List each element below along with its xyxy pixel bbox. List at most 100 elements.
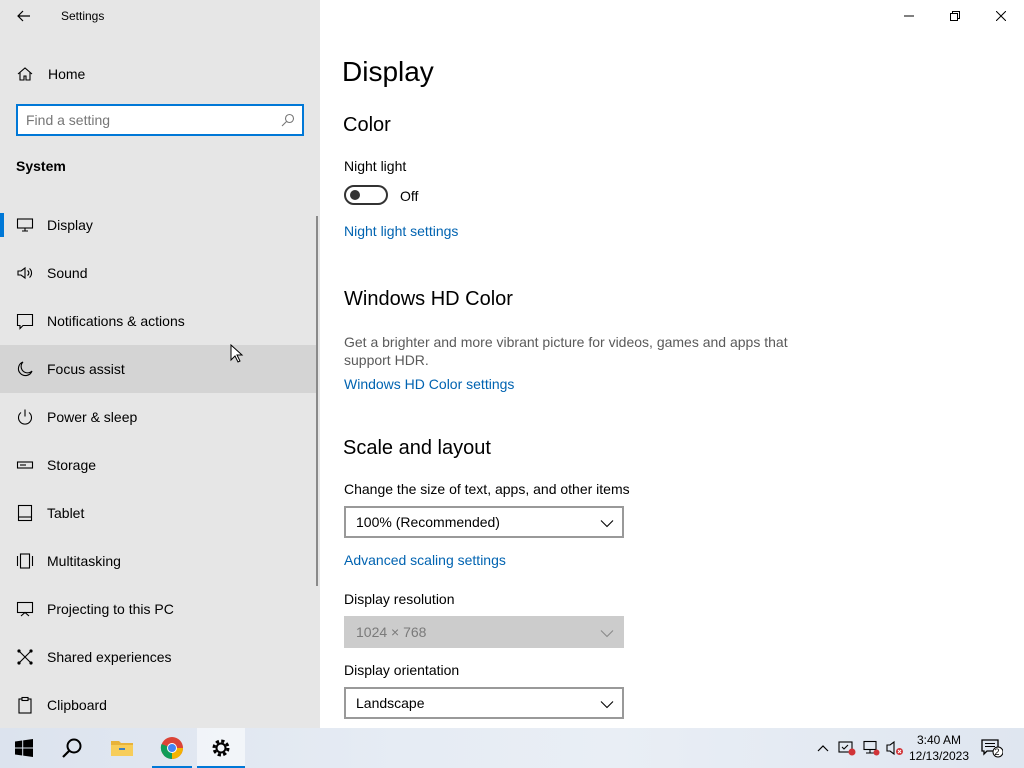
sidebar-item-focus-assist[interactable]: Focus assist xyxy=(0,345,316,393)
sidebar-item-power-sleep[interactable]: Power & sleep xyxy=(0,393,316,441)
hd-color-settings-link[interactable]: Windows HD Color settings xyxy=(344,376,514,392)
notification-count: 2 xyxy=(994,747,1000,757)
clock-date: 12/13/2023 xyxy=(908,749,970,763)
sidebar-item-label: Projecting to this PC xyxy=(47,601,174,617)
folder-icon xyxy=(111,741,133,756)
scale-dropdown[interactable]: 100% (Recommended) xyxy=(344,506,624,538)
advanced-scaling-link[interactable]: Advanced scaling settings xyxy=(344,552,506,568)
sidebar-item-label: Storage xyxy=(47,457,97,473)
minimize-icon xyxy=(904,15,914,17)
orientation-dropdown[interactable]: Landscape xyxy=(344,687,624,719)
sidebar-item-tablet[interactable]: Tablet xyxy=(0,489,316,537)
window-controls xyxy=(886,0,1024,32)
main-content: Display Color Night light Off Night ligh… xyxy=(320,0,1024,728)
sidebar-item-storage[interactable]: Storage xyxy=(0,441,316,489)
clipboard-icon xyxy=(18,696,32,714)
volume-muted-icon xyxy=(886,740,903,756)
chrome-button[interactable] xyxy=(148,728,196,768)
close-button[interactable] xyxy=(978,0,1024,32)
app-title: Settings xyxy=(61,9,105,23)
sidebar-item-clipboard[interactable]: Clipboard xyxy=(0,681,316,729)
resolution-dropdown: 1024 × 768 xyxy=(344,616,624,648)
power-icon xyxy=(17,409,33,425)
windows-logo-icon xyxy=(15,739,33,757)
search-box[interactable] xyxy=(16,104,304,136)
security-alert-icon xyxy=(838,741,856,756)
minimize-button[interactable] xyxy=(886,0,932,32)
resolution-value: 1024 × 768 xyxy=(356,624,427,640)
show-hidden-icons-button[interactable] xyxy=(814,728,832,768)
multitasking-icon xyxy=(16,553,34,569)
sidebar-item-label: Tablet xyxy=(47,505,85,521)
taskbar: 3:40 AM 12/13/2023 2 xyxy=(0,728,1024,768)
sidebar-item-label: Shared experiences xyxy=(47,649,172,665)
sidebar-item-sound[interactable]: Sound xyxy=(0,249,316,297)
search-icon[interactable] xyxy=(281,113,295,127)
close-icon xyxy=(996,11,1006,21)
hd-color-description: Get a brighter and more vibrant picture … xyxy=(344,334,788,368)
volume-tray-button[interactable] xyxy=(884,728,906,768)
night-light-label: Night light xyxy=(344,158,407,174)
orientation-label: Display orientation xyxy=(344,662,460,678)
chevron-down-icon xyxy=(600,701,614,709)
shared-icon xyxy=(17,649,33,665)
resolution-label: Display resolution xyxy=(344,591,455,607)
mouse-cursor-icon xyxy=(230,344,244,363)
sidebar-item-notifications[interactable]: Notifications & actions xyxy=(0,297,316,345)
scale-label: Change the size of text, apps, and other… xyxy=(344,481,630,497)
network-tray-button[interactable] xyxy=(860,728,882,768)
network-icon xyxy=(863,740,880,756)
scale-value: 100% (Recommended) xyxy=(356,514,500,530)
chevron-down-icon xyxy=(600,520,614,528)
sidebar-scrollbar[interactable] xyxy=(316,216,318,586)
hd-color-heading: Windows HD Color xyxy=(344,288,513,310)
home-label: Home xyxy=(48,66,86,82)
sidebar-item-shared-experiences[interactable]: Shared experiences xyxy=(0,633,316,681)
back-arrow-icon xyxy=(17,10,30,22)
tablet-icon xyxy=(17,504,33,522)
page-title: Display xyxy=(342,56,434,87)
night-light-toggle[interactable] xyxy=(344,185,388,205)
gear-icon xyxy=(212,739,230,757)
color-heading: Color xyxy=(343,114,391,136)
restore-button[interactable] xyxy=(932,0,978,32)
restore-icon xyxy=(950,11,960,21)
notification-icon xyxy=(16,313,34,330)
file-explorer-button[interactable] xyxy=(98,728,146,768)
settings-taskbar-button[interactable] xyxy=(197,728,245,768)
night-light-state: Off xyxy=(400,188,419,204)
section-label-system: System xyxy=(16,158,66,174)
chevron-down-icon xyxy=(600,630,614,638)
taskbar-search-button[interactable] xyxy=(48,728,96,768)
title-bar: Settings xyxy=(0,0,320,32)
chevron-up-icon xyxy=(817,745,829,752)
orientation-value: Landscape xyxy=(356,695,425,711)
sidebar-item-label: Sound xyxy=(47,265,88,281)
security-tray-button[interactable] xyxy=(836,728,858,768)
night-light-settings-link[interactable]: Night light settings xyxy=(344,223,458,239)
back-button[interactable] xyxy=(10,4,38,28)
home-icon xyxy=(17,67,33,81)
action-center-button[interactable]: 2 xyxy=(980,728,1004,768)
clock-time: 3:40 AM xyxy=(916,733,962,747)
sidebar-item-projecting[interactable]: Projecting to this PC xyxy=(0,585,316,633)
nav-list: Display Sound Notifications & actions Fo… xyxy=(0,201,316,729)
speaker-icon xyxy=(17,266,32,280)
monitor-icon xyxy=(16,218,34,232)
sidebar-item-label: Multitasking xyxy=(47,553,121,569)
projecting-icon xyxy=(16,601,34,617)
sidebar-item-label: Power & sleep xyxy=(47,409,138,425)
search-input[interactable] xyxy=(26,111,276,129)
sidebar-item-display[interactable]: Display xyxy=(0,201,316,249)
home-nav-item[interactable]: Home xyxy=(0,56,320,92)
toggle-knob xyxy=(350,190,360,200)
sidebar-item-multitasking[interactable]: Multitasking xyxy=(0,537,316,585)
sidebar-item-label: Display xyxy=(47,217,93,233)
taskbar-clock[interactable]: 3:40 AM 12/13/2023 xyxy=(904,732,974,764)
sidebar-item-label: Clipboard xyxy=(47,697,107,713)
sidebar-item-label: Focus assist xyxy=(47,361,125,377)
search-icon xyxy=(62,738,82,758)
scale-layout-heading: Scale and layout xyxy=(343,437,491,459)
chrome-icon xyxy=(160,737,183,759)
start-button[interactable] xyxy=(0,728,48,768)
